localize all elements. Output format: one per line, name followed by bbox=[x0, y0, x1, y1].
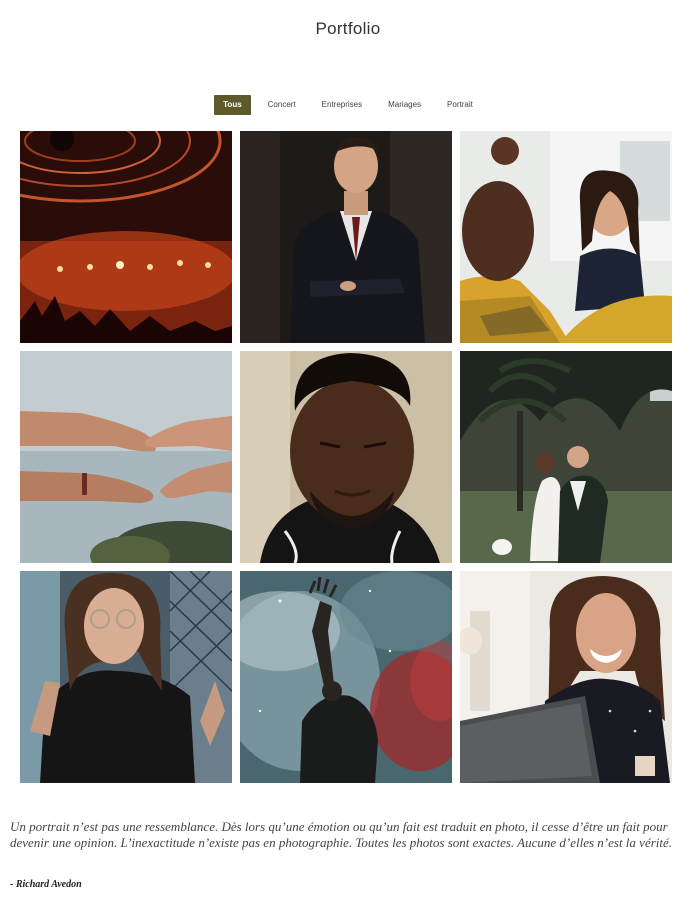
quote-author: - Richard Avedon bbox=[10, 879, 82, 890]
gallery-item-woman-glasses[interactable] bbox=[20, 571, 232, 783]
performer-image bbox=[240, 571, 452, 783]
hands-image bbox=[20, 351, 232, 563]
gallery-item-performer[interactable] bbox=[240, 571, 452, 783]
filter-tabs: Tous Concert Entreprises Mariages Portra… bbox=[0, 95, 696, 115]
gallery-item-wedding[interactable] bbox=[460, 351, 672, 563]
gallery-item-hands[interactable] bbox=[20, 351, 232, 563]
filter-tab-concert[interactable]: Concert bbox=[259, 95, 305, 115]
concert-image bbox=[20, 131, 232, 343]
woman-glasses-image bbox=[20, 571, 232, 783]
wedding-image bbox=[460, 351, 672, 563]
gallery-item-man-portrait[interactable] bbox=[240, 351, 452, 563]
gallery-item-concert[interactable] bbox=[20, 131, 232, 343]
meeting-image bbox=[460, 131, 672, 343]
quote-text: Un portrait n’est pas une ressemblance. … bbox=[10, 819, 673, 850]
businessman-image bbox=[240, 131, 452, 343]
filter-tab-tous[interactable]: Tous bbox=[214, 95, 251, 115]
filter-tab-mariages[interactable]: Mariages bbox=[379, 95, 430, 115]
man-portrait-image bbox=[240, 351, 452, 563]
gallery-item-meeting[interactable] bbox=[460, 131, 672, 343]
gallery-item-laughing-woman[interactable] bbox=[460, 571, 672, 783]
gallery-item-businessman[interactable] bbox=[240, 131, 452, 343]
filter-tab-entreprises[interactable]: Entreprises bbox=[313, 95, 371, 115]
filter-tab-portrait[interactable]: Portrait bbox=[438, 95, 482, 115]
page-title: Portfolio bbox=[315, 19, 381, 38]
laughing-woman-image bbox=[460, 571, 672, 783]
portfolio-grid bbox=[20, 131, 672, 783]
